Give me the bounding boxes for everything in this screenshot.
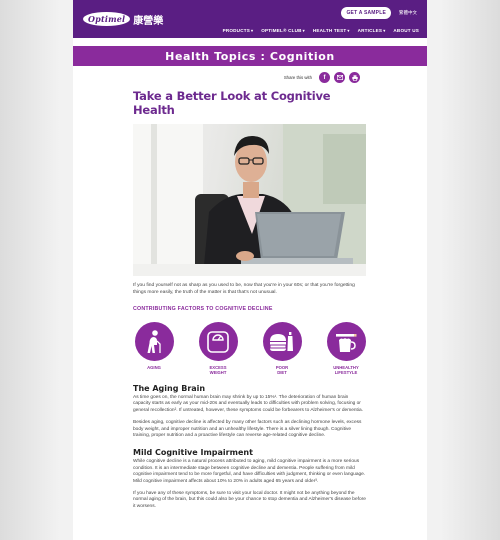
factor-poor-diet: POOR DIET [262,322,302,375]
factors-heading: CONTRIBUTING FACTORS TO COGNITIVE DECLIN… [133,306,273,312]
banner-title: Health Topics : Cognition [165,49,335,63]
paragraph: While cognitive decline is a natural pro… [133,459,366,484]
factor-unhealthy-lifestyle: UNHEALTHY LIFESTYLE [326,322,366,375]
nav-label: HEALTH TEST [312,28,347,33]
paragraph: As time goes on, the normal human brain … [133,395,363,413]
section-heading-mild-cognitive-impairment: Mild Cognitive Impairment [133,448,253,458]
main-nav: PRODUCTS ▾ OPTIMEL® CLUB ▾ HEALTH TEST ▾… [223,28,419,33]
nav-health-test[interactable]: HEALTH TEST ▾ [313,28,350,33]
language-switch[interactable]: 繁體中文 [399,10,417,16]
facebook-icon[interactable]: f [319,72,330,83]
chevron-down-icon: ▾ [383,28,386,33]
factor-label: POOR DIET [275,365,289,375]
factor-label: UNHEALTHY LIFESTYLE [333,365,359,375]
chevron-down-icon: ▾ [302,28,305,33]
junk-food-icon [262,322,302,361]
intro-paragraph: If you find yourself not as sharp as you… [133,283,355,295]
elderly-person-icon [134,322,174,361]
share-label: Share this with [283,75,312,80]
page-container: Optimel 康營樂 GET A SAMPLE 繁體中文 PRODUCTS ▾… [73,0,427,540]
cigarette-beer-icon [326,322,366,361]
topic-banner: Health Topics : Cognition [73,46,427,66]
factors-row: AGING EXCESS WEIGHT POOR DIET UNHEALTHY … [133,322,367,375]
logo-wordmark: Optimel [83,12,131,26]
chevron-down-icon: ▾ [251,28,254,33]
share-bar: Share this with f [73,72,427,83]
site-header: Optimel 康營樂 GET A SAMPLE 繁體中文 PRODUCTS ▾… [73,0,427,38]
factor-aging: AGING [134,322,174,375]
email-icon[interactable] [334,72,345,83]
section-heading-aging-brain: The Aging Brain [133,384,206,393]
factor-label: EXCESS WEIGHT [209,365,227,375]
nav-label: ARTICLES [357,28,383,33]
paragraph: Besides aging, cognitive decline is affe… [133,420,362,439]
brand-logo[interactable]: Optimel 康營樂 [83,9,163,29]
print-icon[interactable] [349,72,360,83]
logo-chinese: 康營樂 [133,15,164,27]
factor-excess-weight: EXCESS WEIGHT [198,322,238,375]
nav-label: OPTIMEL® CLUB [261,28,302,33]
nav-about-us[interactable]: ABOUT US [393,28,419,33]
article-title: Take a Better Look at Cognitive Health [133,89,331,117]
nav-articles[interactable]: ARTICLES ▾ [358,28,386,33]
nav-label: PRODUCTS [222,28,250,33]
weighing-scale-icon [198,322,238,361]
factor-label: AGING [147,365,161,370]
paragraph: If you have any of these symptoms, be su… [133,491,366,509]
nav-products[interactable]: PRODUCTS ▾ [223,28,254,33]
nav-label: ABOUT US [393,28,419,33]
hero-image-man-with-laptop [133,124,366,276]
get-sample-button[interactable]: GET A SAMPLE [341,7,391,19]
article-content: Take a Better Look at Cognitive Health I… [73,89,427,510]
nav-club[interactable]: OPTIMEL® CLUB ▾ [261,28,305,33]
chevron-down-icon: ▾ [347,28,350,33]
